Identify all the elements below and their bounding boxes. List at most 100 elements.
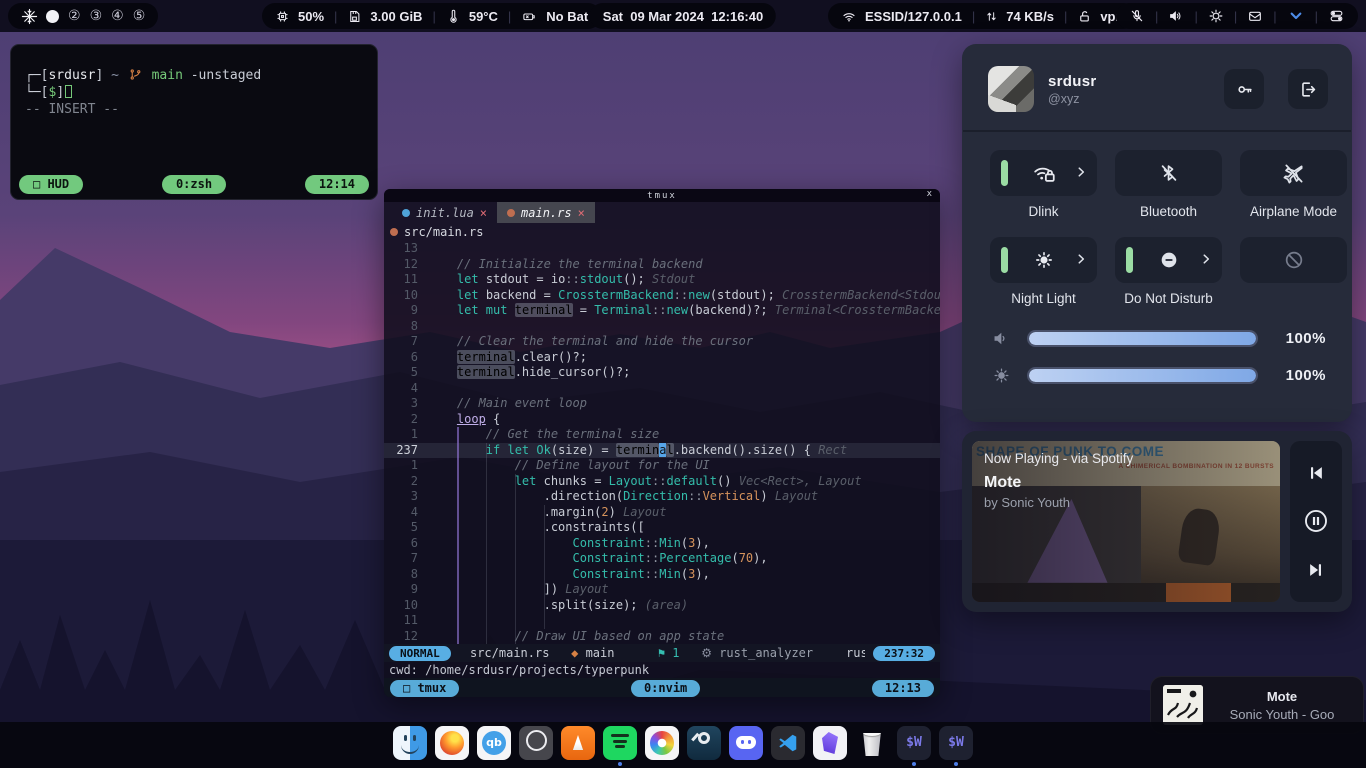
mic-muted-icon[interactable] [1129, 8, 1145, 24]
quick-settings-icon[interactable] [1328, 8, 1345, 24]
username: srdusr [1048, 73, 1097, 90]
photos-dock-icon[interactable] [645, 726, 679, 760]
chevron-right-icon[interactable] [1074, 165, 1088, 179]
trash-dock-icon[interactable] [855, 726, 889, 760]
file-manager-dock-icon[interactable] [393, 726, 427, 760]
dock-item [645, 726, 679, 766]
firefox-dock-icon[interactable] [435, 726, 469, 760]
mail-tray-icon[interactable] [1247, 8, 1263, 24]
workspace-5[interactable]: ⑤ [133, 8, 146, 24]
workspace-list[interactable]: ②③④⑤ [46, 8, 145, 24]
line-text: let stdout = io::stdout(); Stdout [428, 272, 695, 288]
tmux-session-hud[interactable]: □ HUD [19, 175, 83, 194]
tab-main.rs[interactable]: main.rs× [497, 202, 595, 223]
cursor-position: 237:32 [873, 646, 935, 661]
chevron-right-icon[interactable] [1074, 252, 1088, 266]
network-module[interactable]: ESSID/127.0.0.1 | 74 KB/s | vpn [828, 3, 1136, 29]
editor-statusline: NORMAL src/main.rs ◆ main ⚑ 1 ⚙ rust_ana… [384, 644, 940, 662]
vscode-dock-icon[interactable] [771, 726, 805, 760]
code-line: 8 Constraint::Min(3), [384, 567, 940, 583]
rust-file-icon [390, 228, 398, 236]
password-key-button[interactable] [1224, 69, 1264, 109]
tmux-session-button[interactable]: □ tmux [390, 680, 459, 697]
workspace-2[interactable]: ② [68, 8, 81, 24]
terminal-output: ┌─[srdusr] ~ main -unstaged└─[$]-- INSER… [11, 45, 377, 118]
toggle-blocked[interactable] [1240, 237, 1347, 283]
sw-terminal-1-dock-icon[interactable]: $W [897, 726, 931, 760]
dock-item [855, 726, 889, 766]
toggle-dlink[interactable] [990, 150, 1097, 196]
chevron-right-icon[interactable] [1199, 252, 1213, 266]
toggle-airplane-mode[interactable] [1240, 150, 1347, 196]
code-line: 6 Constraint::Min(3), [384, 536, 940, 552]
obs-dock-icon[interactable] [519, 726, 553, 760]
logout-button[interactable] [1288, 69, 1328, 109]
code-line: 6 terminal.clear()?; [384, 350, 940, 366]
qbittorrent-dock-icon[interactable]: qb [477, 726, 511, 760]
desktop: ②③④⑤ 50% | 3.00 GiB | 59°C | No Bat Sat … [0, 0, 1366, 768]
discord-dock-icon[interactable] [729, 726, 763, 760]
terminal-line: ┌─[srdusr] ~ main -unstaged [25, 67, 363, 84]
clock-module[interactable]: Sat 09 Mar 2024 12:16:40 [590, 3, 776, 29]
line-number: 8 [384, 567, 428, 583]
vlc-dock-icon[interactable] [561, 726, 595, 760]
workspace-module: ②③④⑤ [8, 3, 158, 29]
notification-body: Sonic Youth - Goo [1213, 707, 1351, 722]
now-playing-label: Now Playing - via Spotify [984, 451, 1272, 466]
sw-terminal-2-dock-icon[interactable]: $W [939, 726, 973, 760]
tab-close-icon[interactable]: × [578, 206, 585, 220]
window-close-button[interactable]: x [927, 189, 932, 199]
avatar [988, 66, 1034, 112]
toggle-cell: Night Light [990, 237, 1097, 308]
brightness-slider[interactable] [1027, 367, 1258, 384]
line-text: .constraints([ [428, 520, 645, 536]
code-line: 7 // Clear the terminal and hide the cur… [384, 334, 940, 350]
running-indicator [660, 762, 664, 766]
temperature-value: 59°C [469, 9, 498, 24]
tmux-window-nvim[interactable]: 0:nvim [631, 680, 700, 697]
pause-button[interactable] [1302, 507, 1330, 535]
airplane-off-icon [1282, 162, 1305, 185]
code-line: 12 // Draw UI based on app state [384, 629, 940, 645]
tmux-clock: 12:13 [872, 680, 934, 697]
top-status-bar: ②③④⑤ 50% | 3.00 GiB | 59°C | No Bat Sat … [0, 0, 1366, 32]
editor-winbar: src/main.rs [384, 223, 940, 241]
temperature-icon [446, 9, 461, 24]
code-area[interactable]: 1312 // Initialize the terminal backend1… [384, 241, 940, 644]
tab-close-icon[interactable]: × [480, 206, 487, 220]
volume-icon[interactable] [1168, 8, 1184, 24]
obsidian-dock-icon[interactable] [813, 726, 847, 760]
steam-dock-icon[interactable] [687, 726, 721, 760]
workspace-3[interactable]: ③ [90, 8, 103, 24]
clock-text: Sat 09 Mar 2024 12:16:40 [603, 9, 763, 24]
code-line: 11 let stdout = io::stdout(); Stdout [384, 272, 940, 288]
lua-icon [402, 209, 410, 217]
code-line: 3 .direction(Direction::Vertical) Layout [384, 489, 940, 505]
toggle-night-light[interactable] [990, 237, 1097, 283]
volume-icon [992, 329, 1011, 348]
battery-icon [521, 9, 538, 24]
volume-slider[interactable] [1027, 330, 1258, 347]
previous-track-button[interactable] [1306, 463, 1326, 483]
workspace-4[interactable]: ④ [111, 8, 124, 24]
dock-item [519, 726, 553, 766]
tmux-window-zsh[interactable]: 0:zsh [162, 175, 226, 194]
separator: | [970, 9, 977, 24]
toggle-do-not-disturb[interactable] [1115, 237, 1222, 283]
workspace-active[interactable] [46, 10, 59, 23]
toggle-label: Dlink [1028, 204, 1058, 221]
line-number: 1 [384, 458, 428, 474]
git-branch-icon [129, 68, 142, 81]
dock-item [687, 726, 721, 766]
settings-gear-icon[interactable] [1208, 8, 1224, 24]
separator: | [430, 9, 437, 24]
statusline-info: src/main.rs ◆ main ⚑ 1 ⚙ rust_analyzer r… [459, 646, 866, 660]
tab-init.lua[interactable]: init.lua× [392, 202, 497, 223]
next-track-button[interactable] [1306, 560, 1326, 580]
toggle-bluetooth[interactable] [1115, 150, 1222, 196]
line-number: 9 [384, 303, 428, 319]
toggle-label: Do Not Disturb [1124, 291, 1213, 308]
updates-chevron-icon[interactable] [1287, 8, 1305, 24]
spotify-dock-icon[interactable] [603, 726, 637, 760]
wifi-icon [841, 9, 857, 24]
